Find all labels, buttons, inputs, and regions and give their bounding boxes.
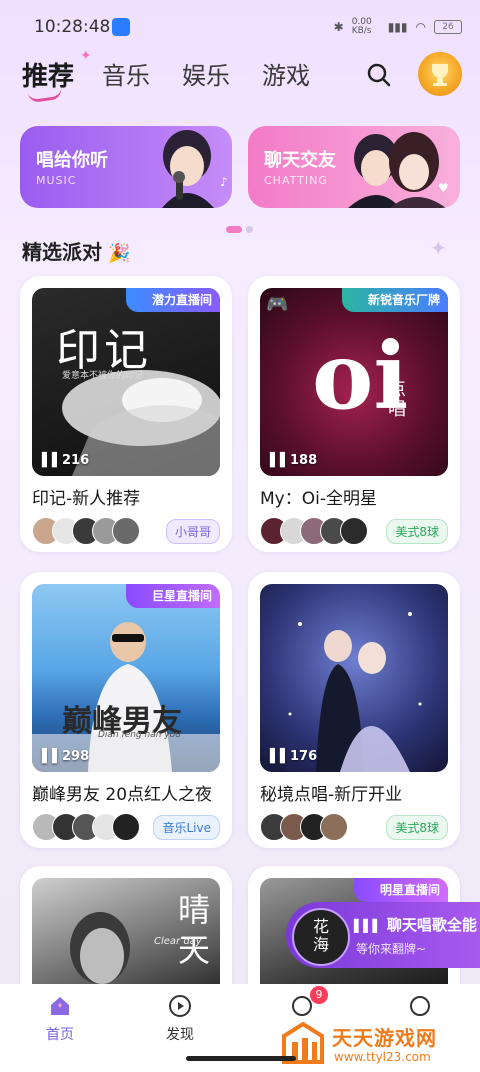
avatar [340,517,368,545]
party-card[interactable]: oi 点唱 🎮 新锐音乐厂牌 ▌▌188 My：Oi-全明星 美式8球 [248,276,460,552]
status-right: ✱ 0.00 KB/s ▮▮▮ ◠ 26 [334,18,462,36]
cover-art [32,622,220,772]
tab-music[interactable]: 音乐 [102,56,150,91]
room-badge: 新锐音乐厂牌 [341,288,448,312]
trophy-button[interactable] [418,52,462,96]
card-cover: 印记 爱意本不被你的印记 潜力直播间 ▌▌216 [32,288,220,476]
app-notification-icon [112,18,130,36]
avatar [112,517,140,545]
listener-count: ▌▌176 [270,749,318,764]
wifi-icon: ◠ [415,20,426,34]
banner-subtitle: CHATTING [264,174,328,187]
banner-chatting[interactable]: 聊天交友 CHATTING ♥ [248,126,460,208]
room-badge: 潜力直播间 [125,288,220,312]
svg-text:♪: ♪ [220,175,228,189]
banner-title: 聊天交友 [264,150,336,171]
party-popper-icon: 🎉 [102,243,131,264]
page-dot [246,226,253,233]
watermark-url: www.ttyl23.com [334,1050,431,1064]
cover-art [288,612,422,772]
listener-count: ▌▌216 [42,453,90,468]
category-tag: 小哥哥 [165,519,220,544]
banner-pagination [226,218,257,237]
card-title: 巅峰男友 20点红人之夜 [32,785,213,805]
card-cover: ▌▌176 [260,584,448,772]
anime-singer-image: ♪ [162,130,228,208]
banner-subtitle: MUSIC [36,174,77,187]
listener-count: ▌▌188 [270,453,318,468]
tab-recommend[interactable]: 推荐 [22,56,74,93]
site-watermark: 天天游戏网 www.ttyl23.com [280,1020,480,1072]
status-bar: 10:28:48 ✱ 0.00 KB/s ▮▮▮ ◠ 26 [0,0,480,52]
cover-subtitle: Dian feng nan you [98,730,181,740]
section-title: 精选派对 🎉 [22,240,131,264]
gamepad-icon: 🎮 [266,294,289,315]
unread-badge: 9 [310,986,328,1004]
card-title: My：Oi-全明星 [260,489,377,509]
search-button[interactable] [360,56,398,94]
tab-games[interactable]: 游戏 [262,56,310,91]
avatar [320,813,348,841]
album-disc: 花海 [292,908,350,966]
status-time: 10:28:48 [34,17,111,37]
avatar [112,813,140,841]
disc-title: 花海 [312,917,329,954]
nav-discover[interactable]: 发现 [150,1024,210,1044]
listener-count: ▌▌298 [42,749,90,764]
discover-icon[interactable] [168,994,192,1018]
cover-subtitle: 爱意本不被你的印记 [62,371,144,381]
signal-icon: ▮▮▮ [387,20,408,34]
home-indicator[interactable] [186,1056,296,1061]
page-dot-active [226,226,242,233]
svg-text:♥: ♥ [438,181,449,195]
cover-subtitle: Clear day [154,936,202,947]
room-badge: 明星直播间 [353,878,448,902]
sparkle-icon: ✦ [80,48,92,64]
room-badge: 巨星直播间 [125,584,220,608]
equalizer-icon: ▌▌▌ [354,919,382,933]
card-cover: oi 点唱 🎮 新锐音乐厂牌 ▌▌188 [260,288,448,476]
banner-music[interactable]: 唱给你听 MUSIC ♪ [20,126,232,208]
category-tag: 美式8球 [386,815,448,840]
floating-promo[interactable]: 花海 ▌▌▌ 聊天唱歌全能 等你来翻牌~ [286,902,480,968]
bluetooth-icon: ✱ [333,20,344,34]
anime-couple-image: ♥ [348,132,449,208]
battery-icon: 26 [434,20,462,34]
party-card[interactable]: ▌▌176 秘境点唱-新厅开业 美式8球 [248,572,460,848]
net-speed: 0.00 KB/s [351,17,372,36]
party-card[interactable]: 巅峰男友 Dian feng nan you 巨星直播间 ▌▌298 巅峰男友 … [20,572,232,848]
nav-home[interactable]: 首页 [30,1024,90,1044]
category-tag: 音乐Live [153,815,220,840]
trophy-icon [432,64,448,86]
watermark-title: 天天游戏网 [332,1026,437,1050]
card-title: 秘境点唱-新厅开业 [260,785,403,805]
party-card[interactable]: 印记 爱意本不被你的印记 潜力直播间 ▌▌216 印记-新人推荐 小哥哥 [20,276,232,552]
cover-subtitle: 点唱 [388,379,406,420]
search-icon [367,63,391,87]
card-cover: 巅峰男友 Dian feng nan you 巨星直播间 ▌▌298 [32,584,220,772]
promo-subtitle: 等你来翻牌~ [356,942,427,956]
category-tag: 美式8球 [386,519,448,544]
cover-title: 晴天 [178,891,211,969]
promo-title: ▌▌▌ 聊天唱歌全能 [354,916,477,934]
tab-entertainment[interactable]: 娱乐 [182,56,230,91]
profile-icon[interactable] [408,994,432,1018]
sparkle-icon: ✦ [430,236,447,260]
home-icon[interactable] [48,994,72,1018]
banner-title: 唱给你听 [36,150,108,171]
card-title: 印记-新人推荐 [32,489,141,509]
